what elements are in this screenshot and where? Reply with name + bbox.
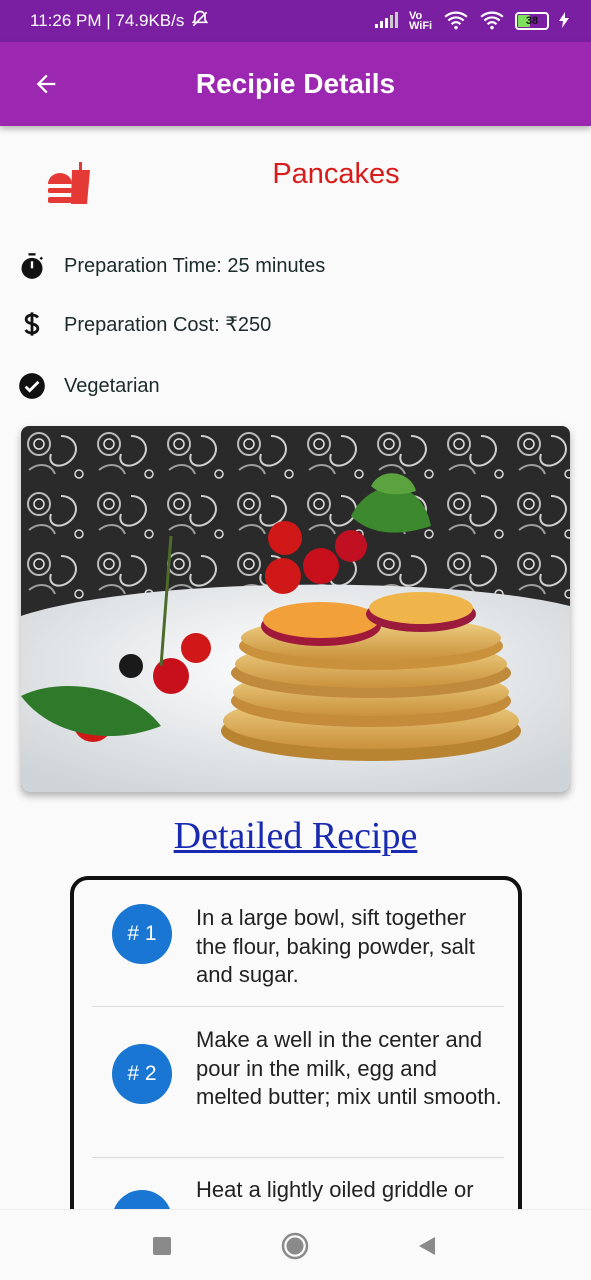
signal-icon	[375, 11, 399, 31]
status-bar: 11:26 PM | 74.9KB/s Vo WiFi 38	[0, 0, 591, 42]
system-nav-bar	[0, 1209, 591, 1280]
step-badge: # 1	[112, 904, 172, 964]
battery-icon: 38	[515, 12, 549, 30]
recipe-header: Pancakes	[0, 150, 591, 210]
back-nav-button[interactable]	[413, 1232, 441, 1260]
prep-time-text: Preparation Time: 25 minutes	[64, 254, 326, 277]
back-button[interactable]	[26, 64, 66, 104]
check-circle-icon	[18, 372, 46, 400]
diet-row: Vegetarian	[18, 372, 160, 400]
list-item: # 1 In a large bowl, sift together the f…	[90, 904, 502, 990]
divider	[92, 1006, 504, 1007]
recipe-name: Pancakes	[272, 158, 400, 190]
home-button[interactable]	[281, 1232, 309, 1260]
recents-button[interactable]	[148, 1232, 176, 1260]
diet-text: Vegetarian	[64, 374, 160, 397]
prep-cost-text: Preparation Cost: ₹250	[64, 313, 272, 336]
page-title: Recipie Details	[195, 68, 396, 99]
square-icon	[153, 1237, 171, 1255]
detailed-recipe-link[interactable]: Detailed Recipe	[0, 814, 591, 858]
battery-level: 38	[525, 15, 539, 27]
timer-icon	[18, 252, 46, 280]
status-left: 11:26 PM | 74.9KB/s	[30, 9, 210, 34]
triangle-back-icon	[419, 1237, 435, 1255]
step-badge: # 2	[112, 1044, 172, 1104]
dollar-icon	[18, 310, 46, 338]
list-item: # 2 Make a well in the center and pour i…	[90, 1026, 502, 1112]
fastfood-icon	[46, 160, 92, 209]
status-time-speed: 11:26 PM | 74.9KB/s	[30, 11, 185, 30]
mute-bell-icon	[190, 9, 210, 34]
arrow-left-icon	[36, 74, 56, 94]
charging-icon	[559, 11, 569, 31]
circle-icon	[281, 1232, 309, 1260]
vowifi-label: Vo WiFi	[409, 10, 433, 32]
wifi-icon	[443, 10, 469, 33]
prep-cost-row: Preparation Cost: ₹250	[18, 310, 271, 338]
status-right: Vo WiFi 38	[375, 10, 569, 33]
step-text: In a large bowl, sift together the flour…	[196, 905, 475, 987]
wifi-icon-2	[479, 10, 505, 33]
divider	[92, 1157, 504, 1158]
recipe-image	[21, 426, 570, 792]
step-text: Make a well in the center and pour in th…	[196, 1027, 502, 1109]
app-bar: Recipie Details	[0, 42, 591, 126]
prep-time-row: Preparation Time: 25 minutes	[18, 252, 325, 280]
